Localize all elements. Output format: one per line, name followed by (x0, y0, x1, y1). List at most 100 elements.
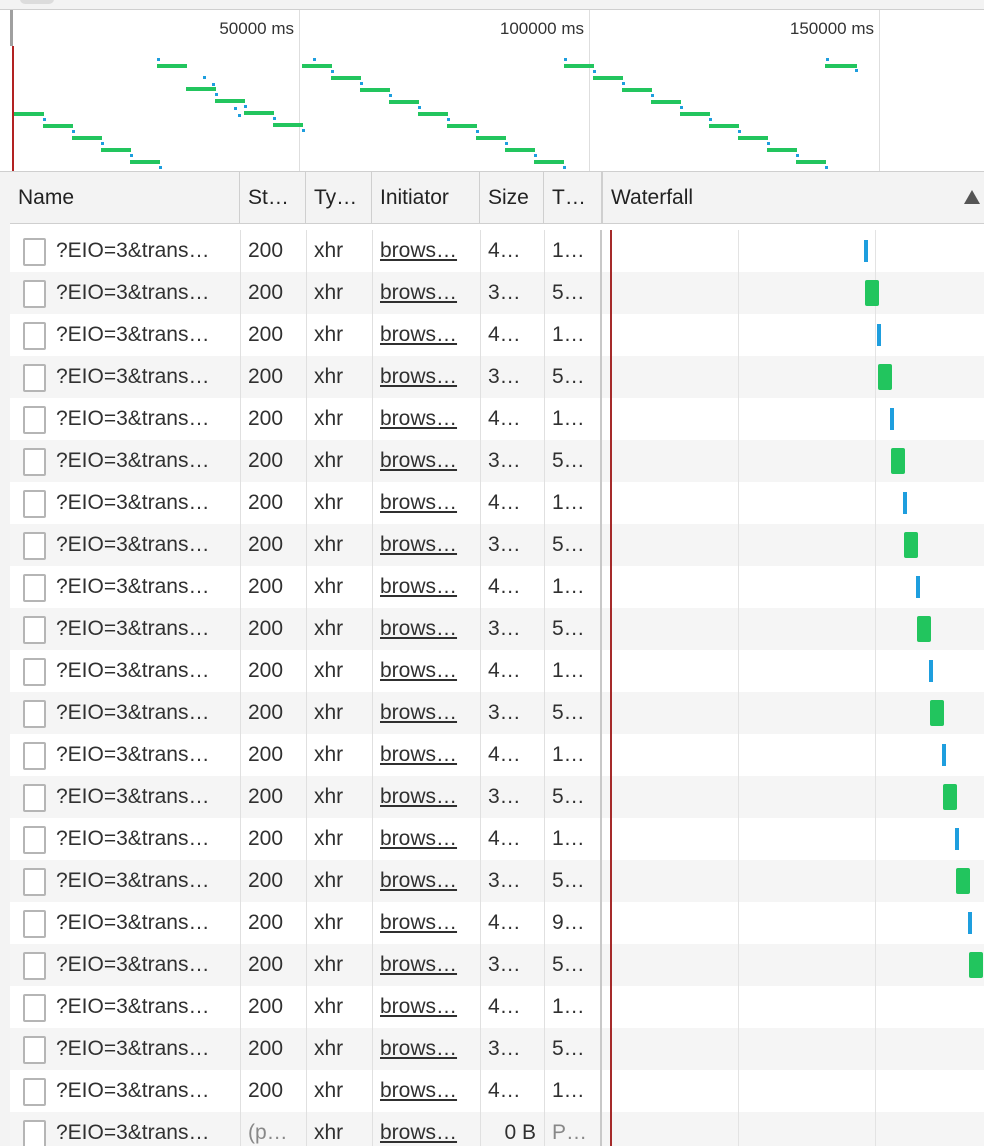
table-row[interactable]: ?EIO=3&trans… 200 xhr brows… 3… 5… (10, 692, 984, 734)
waterfall-waiting-bar[interactable] (955, 828, 959, 850)
request-time: 1… (552, 995, 585, 1018)
table-row[interactable]: ?EIO=3&trans… 200 xhr brows… 4… 1… (10, 482, 984, 524)
table-row[interactable]: ?EIO=3&trans… 200 xhr brows… 4… 1… (10, 1070, 984, 1112)
request-initiator[interactable]: brows… (372, 860, 478, 902)
request-initiator[interactable]: brows… (372, 986, 478, 1028)
overview-request-bar (622, 88, 652, 92)
column-header-size[interactable]: Size (480, 172, 544, 224)
waterfall-receiving-bar[interactable] (956, 868, 970, 894)
column-header-time[interactable]: T… (544, 172, 602, 224)
waterfall-receiving-bar[interactable] (943, 784, 957, 810)
request-time: 5… (552, 701, 585, 724)
overview-tick-label: 100000 ms (499, 19, 584, 38)
request-name: ?EIO=3&trans… (56, 1121, 210, 1144)
request-initiator[interactable]: brows… (372, 566, 478, 608)
request-initiator[interactable]: brows… (372, 1070, 478, 1112)
request-name: ?EIO=3&trans… (56, 1037, 210, 1060)
table-row[interactable]: ?EIO=3&trans… 200 xhr brows… 3… 5… (10, 776, 984, 818)
waterfall-receiving-bar[interactable] (917, 616, 931, 642)
table-row[interactable]: ?EIO=3&trans… 200 xhr brows… 4… 9… (10, 902, 984, 944)
request-type: xhr (314, 1037, 344, 1060)
table-row[interactable]: ?EIO=3&trans… 200 xhr brows… 4… 1… (10, 566, 984, 608)
table-row[interactable]: ?EIO=3&trans… 200 xhr brows… 3… 5… (10, 944, 984, 986)
table-row[interactable]: ?EIO=3&trans… 200 xhr brows… 4… 1… (10, 818, 984, 860)
overview-request-blip (505, 142, 508, 145)
table-row[interactable]: ?EIO=3&trans… 200 xhr brows… 3… 5… (10, 1028, 984, 1070)
waterfall-receiving-bar[interactable] (865, 280, 879, 306)
waterfall-waiting-bar[interactable] (864, 240, 868, 262)
request-initiator[interactable]: brows… (372, 818, 478, 860)
overview-request-blip (418, 106, 421, 109)
request-status: 200 (248, 449, 284, 472)
table-row[interactable]: ?EIO=3&trans… 200 xhr brows… 3… 5… (10, 272, 984, 314)
table-row[interactable]: ?EIO=3&trans… 200 xhr brows… 4… 1… (10, 650, 984, 692)
request-status: 200 (248, 1079, 284, 1102)
column-header-status[interactable]: St… (240, 172, 306, 224)
request-initiator[interactable]: brows… (372, 944, 478, 986)
request-table-body: ?EIO=3&trans… 200 xhr brows… 4… 1… ?EIO=3&tran… (10, 230, 984, 1146)
column-header-name[interactable]: Name (10, 172, 240, 224)
request-initiator[interactable]: brows… (372, 440, 478, 482)
request-initiator[interactable]: brows… (372, 482, 478, 524)
request-initiator[interactable]: brows… (372, 1028, 478, 1070)
overview-request-blip (244, 105, 247, 108)
request-initiator[interactable]: brows… (372, 356, 478, 398)
column-header-type[interactable]: Ty… (306, 172, 372, 224)
toolbar-button[interactable] (20, 0, 54, 4)
request-initiator[interactable]: brows… (372, 524, 478, 566)
request-name: ?EIO=3&trans… (56, 995, 210, 1018)
overview-request-bar (101, 148, 131, 152)
overview-left-handle[interactable] (10, 10, 13, 46)
column-header-waterfall[interactable]: Waterfall (602, 172, 984, 224)
table-row[interactable]: ?EIO=3&trans… 200 xhr brows… 4… 1… (10, 734, 984, 776)
waterfall-waiting-bar[interactable] (942, 744, 946, 766)
table-row[interactable]: ?EIO=3&trans… 200 xhr brows… 3… 5… (10, 524, 984, 566)
waterfall-waiting-bar[interactable] (929, 660, 933, 682)
request-type: xhr (314, 701, 344, 724)
table-row[interactable]: ?EIO=3&trans… (p… xhr brows… 0 B P… (10, 1112, 984, 1146)
table-row[interactable]: ?EIO=3&trans… 200 xhr brows… 3… 5… (10, 860, 984, 902)
waterfall-receiving-bar[interactable] (878, 364, 892, 390)
overview-timeline[interactable]: 50000 ms 100000 ms 150000 ms (0, 10, 984, 172)
waterfall-waiting-bar[interactable] (877, 324, 881, 346)
waterfall-waiting-bar[interactable] (968, 912, 972, 934)
table-row[interactable]: ?EIO=3&trans… 200 xhr brows… 4… 1… (10, 230, 984, 272)
request-initiator[interactable]: brows… (372, 902, 478, 944)
waterfall-waiting-bar[interactable] (903, 492, 907, 514)
request-name: ?EIO=3&trans… (56, 785, 210, 808)
table-row[interactable]: ?EIO=3&trans… 200 xhr brows… 4… 1… (10, 398, 984, 440)
waterfall-waiting-bar[interactable] (890, 408, 894, 430)
waterfall-receiving-bar[interactable] (930, 700, 944, 726)
request-initiator[interactable]: brows… (372, 650, 478, 692)
overview-request-bar (389, 100, 419, 104)
waterfall-receiving-bar[interactable] (904, 532, 918, 558)
request-size: 3… (488, 533, 521, 556)
request-time: 1… (552, 659, 585, 682)
table-row[interactable]: ?EIO=3&trans… 200 xhr brows… 4… 1… (10, 314, 984, 356)
request-initiator[interactable]: brows… (372, 776, 478, 818)
table-row[interactable]: ?EIO=3&trans… 200 xhr brows… 3… 5… (10, 440, 984, 482)
request-initiator[interactable]: brows… (372, 692, 478, 734)
overview-request-blip (447, 118, 450, 121)
overview-request-bar (215, 99, 245, 103)
request-initiator[interactable]: brows… (372, 1112, 478, 1146)
table-row[interactable]: ?EIO=3&trans… 200 xhr brows… 3… 5… (10, 356, 984, 398)
request-initiator[interactable]: brows… (372, 398, 478, 440)
request-initiator[interactable]: brows… (372, 230, 478, 272)
request-initiator[interactable]: brows… (372, 272, 478, 314)
request-name: ?EIO=3&trans… (56, 869, 210, 892)
waterfall-waiting-bar[interactable] (916, 576, 920, 598)
request-initiator[interactable]: brows… (372, 734, 478, 776)
sort-ascending-icon[interactable] (964, 190, 980, 204)
waterfall-receiving-bar[interactable] (891, 448, 905, 474)
table-row[interactable]: ?EIO=3&trans… 200 xhr brows… 4… 1… (10, 986, 984, 1028)
left-gutter (0, 172, 10, 1146)
request-initiator[interactable]: brows… (372, 608, 478, 650)
table-row[interactable]: ?EIO=3&trans… 200 xhr brows… 3… 5… (10, 608, 984, 650)
waterfall-receiving-bar[interactable] (969, 952, 983, 978)
column-header-initiator[interactable]: Initiator (372, 172, 480, 224)
request-type: xhr (314, 407, 344, 430)
overview-request-blip (212, 83, 215, 86)
request-initiator[interactable]: brows… (372, 314, 478, 356)
waterfall-separator[interactable] (600, 230, 602, 1146)
